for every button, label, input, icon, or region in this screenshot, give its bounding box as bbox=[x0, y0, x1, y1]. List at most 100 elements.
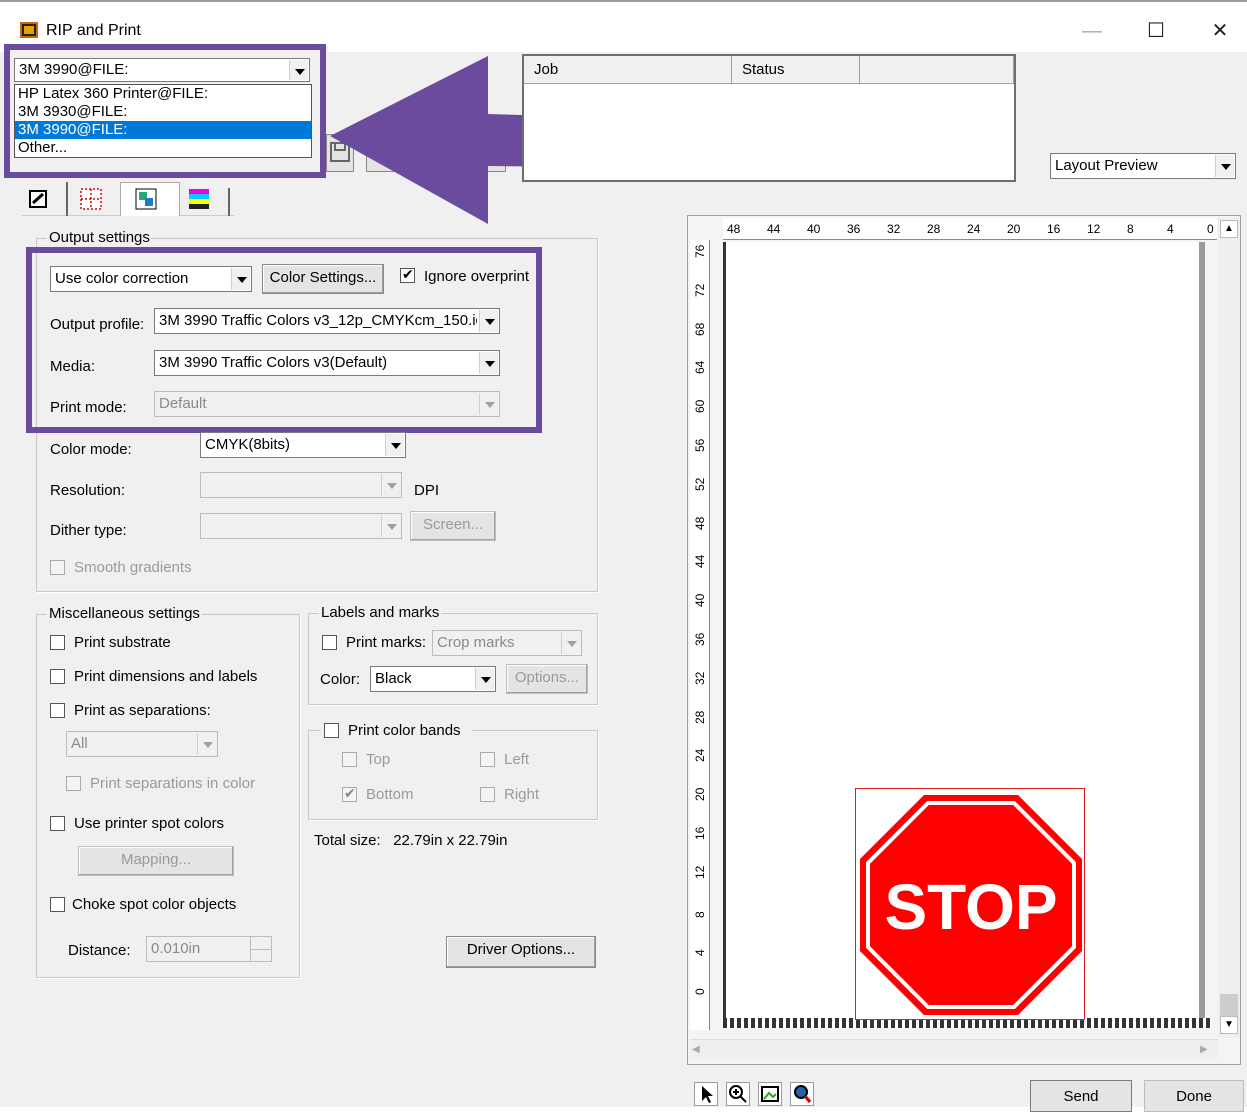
stop-sign-text: STOP bbox=[884, 871, 1057, 943]
output-profile-select[interactable]: 3M 3990 Traffic Colors v3_12p_CMYKcm_150… bbox=[154, 308, 500, 334]
use-spot-colors-checkbox[interactable] bbox=[50, 816, 65, 831]
printer-option[interactable]: 3M 3930@FILE: bbox=[15, 103, 311, 121]
fit-page-tool[interactable] bbox=[758, 1082, 782, 1106]
ruler-left-label: 20 bbox=[693, 787, 707, 802]
zoom-search-tool[interactable] bbox=[790, 1082, 814, 1106]
printer-option[interactable]: Other... bbox=[15, 139, 311, 157]
ruler-left-label: 28 bbox=[693, 710, 707, 724]
band-left-label: Left bbox=[504, 751, 530, 768]
send-button[interactable]: Send bbox=[1030, 1080, 1132, 1112]
marks-color-select[interactable]: Black bbox=[370, 666, 496, 692]
stop-sign-image[interactable]: STOP bbox=[855, 788, 1085, 1020]
ignore-overprint-label: Ignore overprint bbox=[424, 268, 530, 285]
print-marks-checkbox[interactable] bbox=[322, 635, 337, 650]
ignore-overprint-checkbox[interactable] bbox=[400, 266, 415, 283]
ruler-left-label: 44 bbox=[693, 555, 707, 569]
pointer-icon bbox=[702, 1086, 713, 1103]
scroll-down-button[interactable]: ▼ bbox=[1220, 1016, 1238, 1034]
chevron-down-icon[interactable] bbox=[479, 352, 498, 374]
scroll-right-button[interactable]: ▶ bbox=[1200, 1042, 1214, 1058]
smooth-gradients-label: Smooth gradients bbox=[74, 559, 192, 576]
ruler-top-label: 28 bbox=[927, 222, 941, 236]
preview-horizontal-scrollbar[interactable]: ◀ ▶ bbox=[690, 1039, 1218, 1059]
left-ruler: 76 72 68 64 60 56 52 48 44 40 36 32 28 24 20 16 12 8 4 0 bbox=[690, 240, 710, 1030]
zoom-tool[interactable] bbox=[726, 1082, 750, 1106]
ruler-top-label: 40 bbox=[807, 222, 821, 236]
chevron-down-icon bbox=[479, 393, 498, 415]
ruler-left-label: 64 bbox=[693, 361, 707, 375]
ruler-top-label: 8 bbox=[1127, 222, 1134, 236]
print-mode-select: Default bbox=[154, 391, 500, 417]
minimize-button[interactable]: — bbox=[1072, 16, 1112, 46]
print-color-bands-checkbox[interactable] bbox=[324, 723, 339, 738]
tab-color-bands[interactable] bbox=[188, 188, 210, 210]
media-select[interactable]: 3M 3990 Traffic Colors v3(Default) bbox=[154, 350, 500, 376]
print-dimensions-checkbox[interactable] bbox=[50, 669, 65, 684]
close-button[interactable]: ✕ bbox=[1200, 16, 1240, 46]
printer-option[interactable]: HP Latex 360 Printer@FILE: bbox=[15, 85, 311, 103]
ruler-left-label: 4 bbox=[693, 949, 707, 957]
chevron-down-icon[interactable] bbox=[479, 310, 498, 332]
marks-color-label: Color: bbox=[320, 671, 361, 688]
ruler-top-label: 12 bbox=[1087, 222, 1101, 236]
driver-options-button[interactable]: Driver Options... bbox=[446, 936, 596, 968]
media-label: Media: bbox=[50, 358, 96, 375]
color-mode-select[interactable]: CMYK(8bits) bbox=[200, 432, 406, 458]
smooth-gradients-checkbox bbox=[50, 560, 65, 575]
magnifier-icon bbox=[794, 1085, 812, 1103]
maximize-button[interactable]: ☐ bbox=[1136, 16, 1176, 46]
printer-option-selected[interactable]: 3M 3990@FILE: bbox=[15, 121, 311, 139]
printer-icon bbox=[29, 190, 47, 208]
grid-icon bbox=[80, 188, 102, 210]
chevron-down-icon[interactable] bbox=[475, 668, 494, 690]
scroll-thumb[interactable] bbox=[1220, 994, 1238, 1016]
ruler-top-label: 16 bbox=[1047, 222, 1061, 236]
tab-divider bbox=[66, 182, 68, 216]
preview-mode-select[interactable]: Layout Preview bbox=[1050, 153, 1236, 179]
chevron-down-icon bbox=[197, 733, 216, 755]
done-button[interactable]: Done bbox=[1144, 1080, 1244, 1112]
ruler-left-label: 56 bbox=[693, 438, 707, 452]
chevron-down-icon bbox=[381, 515, 400, 537]
preview-vertical-scrollbar[interactable]: ▲ ▼ bbox=[1218, 218, 1240, 1038]
marks-value: Crop marks bbox=[437, 634, 515, 651]
chevron-down-icon[interactable] bbox=[1215, 155, 1234, 177]
chevron-down-icon[interactable] bbox=[289, 60, 308, 80]
ruler-top-label: 0 bbox=[1207, 222, 1214, 236]
chevron-down-icon[interactable] bbox=[231, 268, 250, 290]
color-settings-button[interactable]: Color Settings... bbox=[262, 264, 384, 294]
print-separations-label: Print as separations: bbox=[74, 702, 211, 719]
band-top-checkbox bbox=[342, 752, 357, 767]
labels-marks-title: Labels and marks bbox=[319, 604, 442, 621]
tab-color-active[interactable] bbox=[120, 182, 180, 216]
ruler-top-label: 4 bbox=[1167, 222, 1174, 236]
output-profile-label: Output profile: bbox=[50, 316, 145, 333]
ruler-left-label: 36 bbox=[693, 632, 707, 646]
stop-sign-graphic: STOP bbox=[860, 795, 1082, 1015]
tab-general[interactable] bbox=[28, 188, 50, 210]
tab-layout[interactable] bbox=[80, 188, 102, 210]
mapping-button: Mapping... bbox=[78, 846, 234, 876]
choke-spot-checkbox[interactable] bbox=[50, 897, 65, 912]
status-column-header[interactable]: Status bbox=[732, 56, 860, 84]
ruler-left-label: 76 bbox=[693, 244, 707, 258]
distance-label: Distance: bbox=[68, 942, 131, 959]
band-bottom-checkbox bbox=[342, 785, 357, 802]
scroll-up-button[interactable]: ▲ bbox=[1220, 220, 1238, 238]
extra-column-header[interactable] bbox=[860, 56, 1014, 84]
scroll-left-button[interactable]: ◀ bbox=[692, 1042, 706, 1058]
job-column-header[interactable]: Job bbox=[524, 56, 732, 84]
marks-color-value: Black bbox=[375, 670, 412, 687]
color-correction-value: Use color correction bbox=[55, 270, 189, 287]
chevron-down-icon[interactable] bbox=[385, 434, 404, 456]
total-size-text: Total size: 22.79in x 22.79in bbox=[314, 832, 508, 849]
print-substrate-checkbox[interactable] bbox=[50, 635, 65, 650]
printer-select[interactable]: 3M 3990@FILE: bbox=[14, 58, 310, 82]
color-correction-select[interactable]: Use color correction bbox=[50, 266, 252, 292]
ruler-left-label: 52 bbox=[693, 477, 707, 491]
pointer-tool[interactable] bbox=[694, 1082, 718, 1106]
top-ruler: 48 44 40 36 32 28 24 20 16 12 8 4 0 bbox=[723, 218, 1217, 240]
print-separations-checkbox[interactable] bbox=[50, 703, 65, 718]
job-table[interactable]: Job Status bbox=[522, 54, 1016, 182]
ruler-top-label: 44 bbox=[767, 222, 781, 236]
